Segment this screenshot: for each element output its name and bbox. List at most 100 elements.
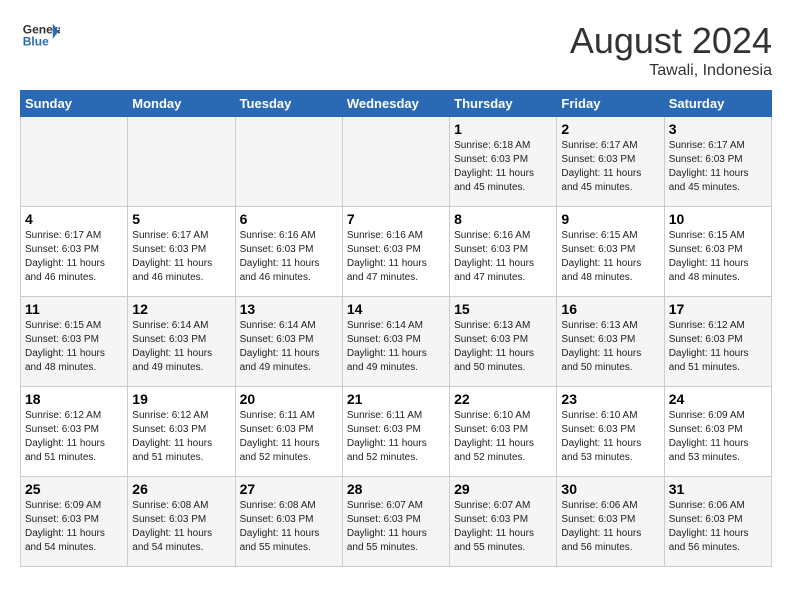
calendar-cell: 31 Sunrise: 6:06 AMSunset: 6:03 PMDayligh…: [664, 477, 771, 567]
day-info: Sunrise: 6:15 AMSunset: 6:03 PMDaylight:…: [561, 229, 659, 285]
logo: General Blue: [20, 20, 65, 50]
day-number: 25: [25, 481, 123, 497]
calendar-cell: [235, 117, 342, 207]
title-block: August 2024 Tawali, Indonesia: [570, 20, 772, 80]
calendar-cell: 15Sunrise: 6:13 AMSunset: 6:03 PMDayligh…: [450, 297, 557, 387]
day-info: Sunrise: 6:07 AMSunset: 6:03 PMDaylight:…: [454, 499, 552, 555]
svg-text:Blue: Blue: [23, 35, 49, 49]
weekday-header-friday: Friday: [557, 91, 664, 117]
day-info: Sunrise: 6:12 AMSunset: 6:03 PMDaylight:…: [25, 409, 123, 465]
day-info: Sunrise: 6:12 AMSunset: 6:03 PMDaylight:…: [132, 409, 230, 465]
calendar-cell: 5 Sunrise: 6:17 AMSunset: 6:03 PMDaylight…: [128, 207, 235, 297]
day-info: Sunrise: 6:12 AMSunset: 6:03 PMDaylight:…: [669, 319, 767, 375]
day-info: Sunrise: 6:16 AMSunset: 6:03 PMDaylight:…: [347, 229, 445, 285]
calendar-cell: 11 Sunrise: 6:15 AMSunset: 6:03 PMDayligh…: [21, 297, 128, 387]
day-info: Sunrise: 6:13 AMSunset: 6:03 PMDaylight:…: [454, 319, 552, 375]
day-info: Sunrise: 6:13 AMSunset: 6:03 PMDaylight:…: [561, 319, 659, 375]
day-info: Sunrise: 6:07 AMSunset: 6:03 PMDaylight:…: [347, 499, 445, 555]
calendar-cell: 23 Sunrise: 6:10 AMSunset: 6:03 PMDayligh…: [557, 387, 664, 477]
calendar-cell: 21Sunrise: 6:11 AMSunset: 6:03 PMDayligh…: [342, 387, 449, 477]
day-number: 19: [132, 391, 230, 407]
calendar-cell: 30Sunrise: 6:06 AMSunset: 6:03 PMDayligh…: [557, 477, 664, 567]
calendar-cell: 8Sunrise: 6:16 AMSunset: 6:03 PMDaylight…: [450, 207, 557, 297]
weekday-header-saturday: Saturday: [664, 91, 771, 117]
calendar-cell: 2 Sunrise: 6:17 AMSunset: 6:03 PMDaylight…: [557, 117, 664, 207]
calendar-cell: 3 Sunrise: 6:17 AMSunset: 6:03 PMDaylight…: [664, 117, 771, 207]
day-info: Sunrise: 6:16 AMSunset: 6:03 PMDaylight:…: [454, 229, 552, 285]
day-number: 22: [454, 391, 552, 407]
day-number: 24: [669, 391, 767, 407]
day-info: Sunrise: 6:06 AMSunset: 6:03 PMDaylight:…: [561, 499, 659, 555]
calendar-week-row: 18 Sunrise: 6:12 AMSunset: 6:03 PMDayligh…: [21, 387, 772, 477]
day-info: Sunrise: 6:09 AMSunset: 6:03 PMDaylight:…: [25, 499, 123, 555]
calendar-cell: 26 Sunrise: 6:08 AMSunset: 6:03 PMDayligh…: [128, 477, 235, 567]
logo-icon: General Blue: [20, 20, 60, 50]
calendar-cell: [128, 117, 235, 207]
day-info: Sunrise: 6:17 AMSunset: 6:03 PMDaylight:…: [132, 229, 230, 285]
day-number: 11: [25, 301, 123, 317]
weekday-header-row: SundayMondayTuesdayWednesdayThursdayFrid…: [21, 91, 772, 117]
weekday-header-tuesday: Tuesday: [235, 91, 342, 117]
day-number: 7: [347, 211, 445, 227]
day-number: 16: [561, 301, 659, 317]
day-number: 13: [240, 301, 338, 317]
calendar-cell: 25 Sunrise: 6:09 AMSunset: 6:03 PMDayligh…: [21, 477, 128, 567]
weekday-header-wednesday: Wednesday: [342, 91, 449, 117]
calendar-cell: 7 Sunrise: 6:16 AMSunset: 6:03 PMDaylight…: [342, 207, 449, 297]
calendar-cell: 14Sunrise: 6:14 AMSunset: 6:03 PMDayligh…: [342, 297, 449, 387]
calendar-cell: 4Sunrise: 6:17 AMSunset: 6:03 PMDaylight…: [21, 207, 128, 297]
calendar-cell: 16 Sunrise: 6:13 AMSunset: 6:03 PMDayligh…: [557, 297, 664, 387]
day-number: 31: [669, 481, 767, 497]
calendar-cell: 28 Sunrise: 6:07 AMSunset: 6:03 PMDayligh…: [342, 477, 449, 567]
day-number: 20: [240, 391, 338, 407]
day-info: Sunrise: 6:15 AMSunset: 6:03 PMDaylight:…: [669, 229, 767, 285]
day-number: 21: [347, 391, 445, 407]
day-info: Sunrise: 6:10 AMSunset: 6:03 PMDaylight:…: [561, 409, 659, 465]
day-info: Sunrise: 6:06 AMSunset: 6:03 PMDaylight:…: [669, 499, 767, 555]
day-number: 27: [240, 481, 338, 497]
calendar-cell: 1 Sunrise: 6:18 AMSunset: 6:03 PMDaylight…: [450, 117, 557, 207]
day-number: 12: [132, 301, 230, 317]
day-info: Sunrise: 6:11 AMSunset: 6:03 PMDaylight:…: [240, 409, 338, 465]
day-number: 2: [561, 121, 659, 137]
calendar-cell: 20 Sunrise: 6:11 AMSunset: 6:03 PMDayligh…: [235, 387, 342, 477]
calendar-week-row: 11 Sunrise: 6:15 AMSunset: 6:03 PMDayligh…: [21, 297, 772, 387]
day-number: 4: [25, 211, 123, 227]
day-info: Sunrise: 6:08 AMSunset: 6:03 PMDaylight:…: [132, 499, 230, 555]
day-info: Sunrise: 6:08 AMSunset: 6:03 PMDaylight:…: [240, 499, 338, 555]
day-info: Sunrise: 6:17 AMSunset: 6:03 PMDaylight:…: [669, 139, 767, 195]
day-number: 3: [669, 121, 767, 137]
calendar-cell: 17 Sunrise: 6:12 AMSunset: 6:03 PMDayligh…: [664, 297, 771, 387]
day-number: 26: [132, 481, 230, 497]
day-number: 10: [669, 211, 767, 227]
calendar-cell: 18 Sunrise: 6:12 AMSunset: 6:03 PMDayligh…: [21, 387, 128, 477]
day-info: Sunrise: 6:09 AMSunset: 6:03 PMDaylight:…: [669, 409, 767, 465]
day-info: Sunrise: 6:14 AMSunset: 6:03 PMDaylight:…: [240, 319, 338, 375]
weekday-header-monday: Monday: [128, 91, 235, 117]
calendar-week-row: 25 Sunrise: 6:09 AMSunset: 6:03 PMDayligh…: [21, 477, 772, 567]
calendar-cell: [342, 117, 449, 207]
calendar-cell: [21, 117, 128, 207]
day-info: Sunrise: 6:16 AMSunset: 6:03 PMDaylight:…: [240, 229, 338, 285]
day-number: 9: [561, 211, 659, 227]
day-number: 28: [347, 481, 445, 497]
day-info: Sunrise: 6:15 AMSunset: 6:03 PMDaylight:…: [25, 319, 123, 375]
month-year-title: August 2024: [570, 20, 772, 62]
day-number: 5: [132, 211, 230, 227]
calendar-cell: 6Sunrise: 6:16 AMSunset: 6:03 PMDaylight…: [235, 207, 342, 297]
day-info: Sunrise: 6:10 AMSunset: 6:03 PMDaylight:…: [454, 409, 552, 465]
weekday-header-sunday: Sunday: [21, 91, 128, 117]
day-info: Sunrise: 6:14 AMSunset: 6:03 PMDaylight:…: [132, 319, 230, 375]
day-number: 18: [25, 391, 123, 407]
day-info: Sunrise: 6:17 AMSunset: 6:03 PMDaylight:…: [561, 139, 659, 195]
page-header: General Blue August 2024 Tawali, Indones…: [20, 20, 772, 80]
calendar-cell: 10 Sunrise: 6:15 AMSunset: 6:03 PMDayligh…: [664, 207, 771, 297]
day-number: 17: [669, 301, 767, 317]
day-number: 1: [454, 121, 552, 137]
day-number: 23: [561, 391, 659, 407]
calendar-cell: 24 Sunrise: 6:09 AMSunset: 6:03 PMDayligh…: [664, 387, 771, 477]
calendar-cell: 29 Sunrise: 6:07 AMSunset: 6:03 PMDayligh…: [450, 477, 557, 567]
calendar-cell: 9 Sunrise: 6:15 AMSunset: 6:03 PMDaylight…: [557, 207, 664, 297]
day-info: Sunrise: 6:18 AMSunset: 6:03 PMDaylight:…: [454, 139, 552, 195]
day-number: 29: [454, 481, 552, 497]
